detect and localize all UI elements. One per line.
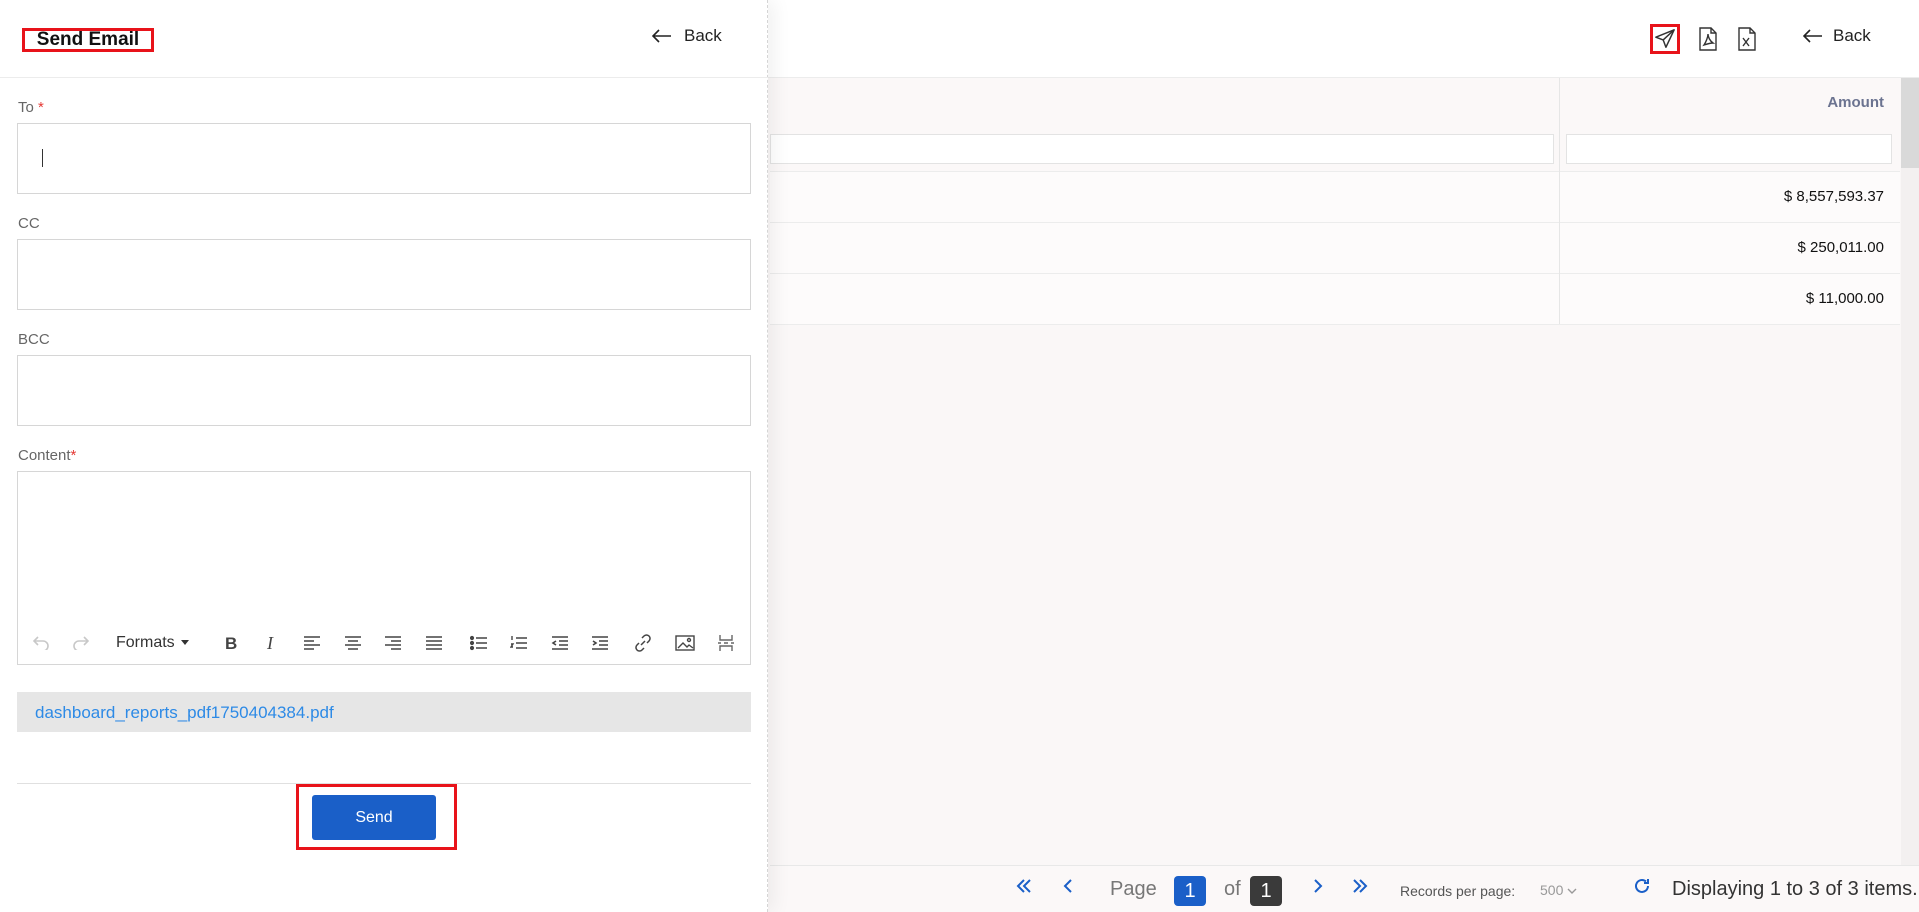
attachment-item: dashboard_reports_pdf1750404384.pdf xyxy=(17,692,751,732)
pdf-icon[interactable] xyxy=(1693,24,1723,54)
bcc-field[interactable] xyxy=(17,355,751,426)
cc-field[interactable] xyxy=(17,239,751,310)
report-grid: Amount $ 8,557,593.37 $ 250,011.00 $ 11,… xyxy=(770,78,1900,325)
align-left-icon[interactable] xyxy=(301,632,323,654)
of-label: of xyxy=(1224,878,1241,900)
column-filter-input[interactable] xyxy=(770,134,1554,164)
editor-toolbar: Formats B I xyxy=(18,622,750,664)
send-icon[interactable] xyxy=(1650,24,1680,54)
redo-icon[interactable] xyxy=(70,632,92,654)
scrollbar-thumb[interactable] xyxy=(1901,78,1919,168)
current-page-box[interactable]: 1 xyxy=(1174,876,1206,906)
records-per-page-label: Records per page: xyxy=(1400,883,1516,899)
outdent-icon[interactable] xyxy=(549,632,571,654)
report-back-label: Back xyxy=(1833,26,1871,45)
excel-icon[interactable] xyxy=(1732,24,1762,54)
table-row[interactable]: $ 8,557,593.37 xyxy=(770,172,1900,223)
next-page-icon[interactable] xyxy=(1308,876,1328,902)
records-per-page-value: 500 xyxy=(1540,882,1564,898)
svg-text:B: B xyxy=(225,635,237,651)
first-page-icon[interactable] xyxy=(1014,876,1034,902)
undo-icon[interactable] xyxy=(30,632,52,654)
align-center-icon[interactable] xyxy=(342,632,364,654)
send-email-panel: Send Email Back To * CC BCC Content* For… xyxy=(0,0,768,912)
amount-filter-input[interactable] xyxy=(1566,134,1892,164)
back-button[interactable]: Back xyxy=(652,26,722,46)
image-icon[interactable] xyxy=(674,632,696,654)
table-row[interactable]: $ 11,000.00 xyxy=(770,274,1900,325)
arrow-left-icon xyxy=(1803,29,1822,43)
total-pages-box: 1 xyxy=(1250,876,1282,906)
amount-cell: $ 8,557,593.37 xyxy=(1783,188,1884,205)
svg-text:I: I xyxy=(266,635,274,651)
chevron-down-icon xyxy=(1567,888,1577,894)
send-button[interactable]: Send xyxy=(312,795,436,840)
numbered-list-icon[interactable] xyxy=(508,632,530,654)
indent-icon[interactable] xyxy=(589,632,611,654)
bullet-list-icon[interactable] xyxy=(468,632,490,654)
align-justify-icon[interactable] xyxy=(423,632,445,654)
to-field[interactable] xyxy=(17,123,751,194)
refresh-icon[interactable] xyxy=(1632,876,1652,902)
page-title: Send Email xyxy=(22,28,154,52)
back-label: Back xyxy=(684,26,722,45)
records-per-page-select[interactable]: 500 xyxy=(1540,882,1577,898)
formats-dropdown[interactable]: Formats xyxy=(116,634,189,652)
amount-cell: $ 11,000.00 xyxy=(1805,290,1884,307)
align-right-icon[interactable] xyxy=(382,632,404,654)
panel-header: Send Email Back xyxy=(0,0,768,78)
table-row[interactable]: $ 250,011.00 xyxy=(770,223,1900,274)
page-break-icon[interactable] xyxy=(715,632,737,654)
content-label-text: Content xyxy=(18,447,71,464)
grid-header: Amount xyxy=(770,78,1900,172)
content-editor[interactable]: Formats B I xyxy=(17,471,751,665)
arrow-left-icon xyxy=(652,29,671,43)
to-label-text: To xyxy=(18,99,34,116)
column-header-amount[interactable]: Amount xyxy=(1827,94,1884,111)
to-label: To * xyxy=(18,99,44,116)
formats-label: Formats xyxy=(116,634,175,651)
required-marker: * xyxy=(70,447,77,464)
text-caret xyxy=(42,149,43,167)
cc-label: CC xyxy=(18,215,40,232)
page-label: Page xyxy=(1110,878,1157,900)
bold-icon[interactable]: B xyxy=(220,632,242,654)
pagination-bar: Page 1 of 1 Records per page: 500 Displa… xyxy=(770,865,1919,912)
italic-icon[interactable]: I xyxy=(261,632,283,654)
bcc-label: BCC xyxy=(18,331,50,348)
required-marker: * xyxy=(38,99,44,116)
column-divider xyxy=(1559,78,1560,324)
previous-page-icon[interactable] xyxy=(1058,876,1078,902)
report-back-button[interactable]: Back xyxy=(1803,26,1871,46)
link-icon[interactable] xyxy=(632,632,654,654)
amount-cell: $ 250,011.00 xyxy=(1797,239,1884,256)
content-label: Content* xyxy=(18,447,76,464)
last-page-icon[interactable] xyxy=(1350,876,1370,902)
display-count-text: Displaying 1 to 3 of 3 items. xyxy=(1672,878,1918,900)
attachment-link[interactable]: dashboard_reports_pdf1750404384.pdf xyxy=(35,703,334,723)
scrollbar-track[interactable] xyxy=(1901,78,1919,912)
caret-down-icon xyxy=(180,640,189,645)
